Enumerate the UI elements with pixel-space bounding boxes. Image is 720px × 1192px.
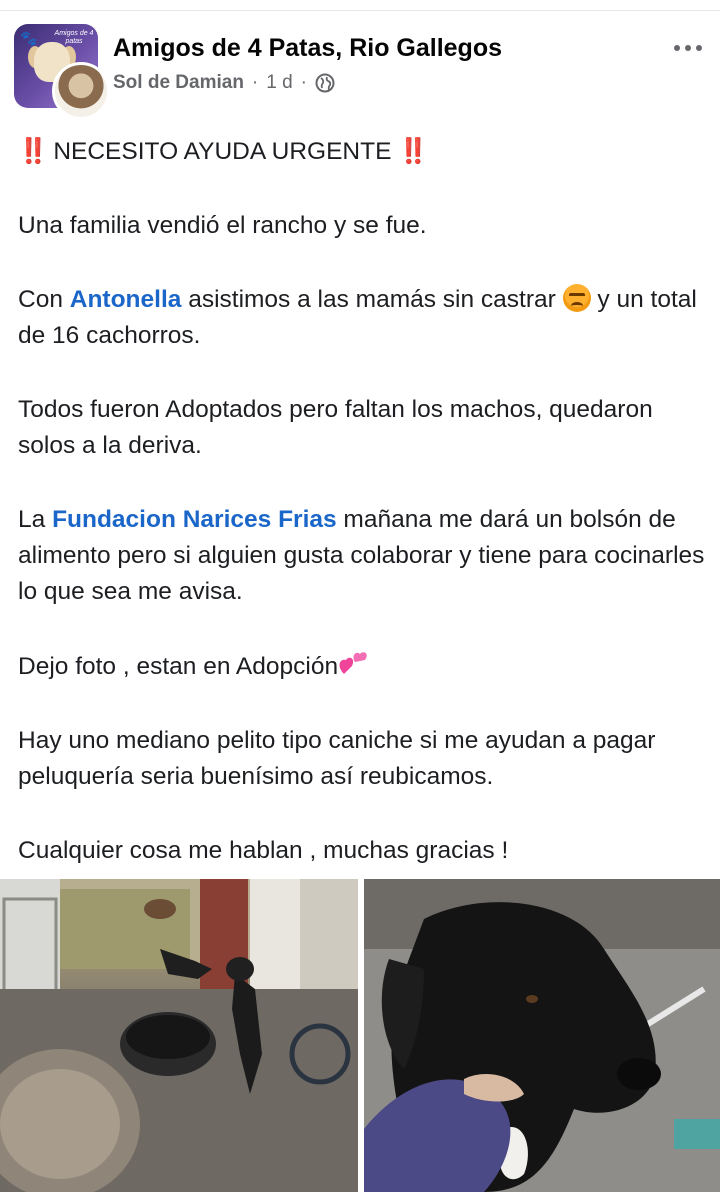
post-time[interactable]: 1 d: [266, 72, 292, 94]
group-name[interactable]: Amigos de 4 Patas, Rio Gallegos: [113, 34, 502, 63]
meta-separator: ·: [300, 72, 307, 93]
paw-icon: 🐾: [20, 30, 38, 46]
paragraph-2: Con Antonella asistimos a las mamás sin …: [18, 282, 708, 354]
mention-antonella[interactable]: Antonella: [70, 286, 182, 313]
group-logo-text: Amigos de 4 patas: [54, 30, 94, 45]
double-exclamation-icon: ‼️: [398, 138, 428, 165]
mention-fundacion[interactable]: Fundacion Narices Frias: [52, 506, 337, 533]
photo-black-puppy[interactable]: [364, 879, 720, 1192]
post-meta: Sol de Damian · 1 d ·: [113, 72, 335, 94]
author-avatar[interactable]: [52, 62, 110, 120]
paragraph-7: Cualquier cosa me hablan , muchas gracia…: [18, 837, 509, 864]
p2-text: asistimos a las mamás sin castrar: [181, 286, 563, 313]
headline-text: NECESITO AYUDA URGENTE: [53, 138, 392, 165]
p2-text: Con: [18, 286, 70, 313]
puppy-scene: [364, 879, 720, 1192]
yard-scene: [0, 879, 358, 1192]
p4-text: La: [18, 506, 53, 533]
post-text: ‼️ NECESITO AYUDA URGENTE ‼️ Una familia…: [18, 134, 708, 907]
globe-icon[interactable]: [315, 73, 335, 93]
p5-text: Dejo foto , estan en Adopción: [18, 653, 339, 680]
photo-yard-dogs[interactable]: [0, 879, 358, 1192]
post-headline: ‼️ NECESITO AYUDA URGENTE ‼️: [18, 134, 708, 170]
author-name[interactable]: Sol de Damian: [113, 72, 244, 94]
double-exclamation-icon: ‼️: [18, 138, 48, 165]
more-options-icon[interactable]: [670, 36, 706, 60]
two-hearts-icon: [339, 652, 367, 674]
post-header: 🐾 Amigos de 4 patas Amigos de 4 Patas, R…: [0, 0, 720, 120]
meta-separator: ·: [251, 72, 259, 93]
paragraph-5: Dejo foto , estan en Adopción: [18, 648, 708, 685]
paragraph-3: Todos fueron Adoptados pero faltan los m…: [18, 396, 653, 459]
angry-face-icon: [562, 284, 591, 312]
paragraph-1: Una familia vendió el rancho y se fue.: [18, 212, 427, 239]
paragraph-6: Hay uno mediano pelito tipo caniche si m…: [18, 727, 656, 790]
paragraph-4: La Fundacion Narices Frias mañana me dar…: [18, 502, 708, 610]
